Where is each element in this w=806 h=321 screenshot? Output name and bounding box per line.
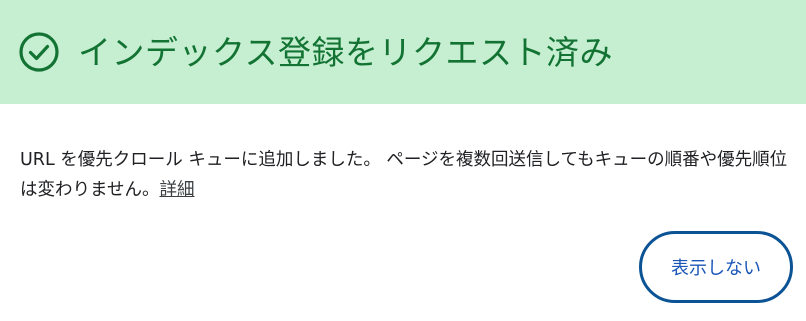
dialog-header: インデックス登録をリクエスト済み <box>0 0 806 104</box>
dialog-message: URL を優先クロール キューに追加しました。 ページを複数回送信してもキューの… <box>20 145 790 205</box>
dismiss-button[interactable]: 表示しない <box>639 231 793 303</box>
dialog-title: インデックス登録をリクエスト済み <box>78 32 614 72</box>
learn-more-link[interactable]: 詳細 <box>159 180 194 200</box>
indexing-request-dialog: インデックス登録をリクエスト済み URL を優先クロール キューに追加しました。… <box>0 0 806 321</box>
message-text: URL を優先クロール キューに追加しました。 ページを複数回送信してもキューの… <box>20 150 788 200</box>
check-circle-icon <box>19 32 59 72</box>
